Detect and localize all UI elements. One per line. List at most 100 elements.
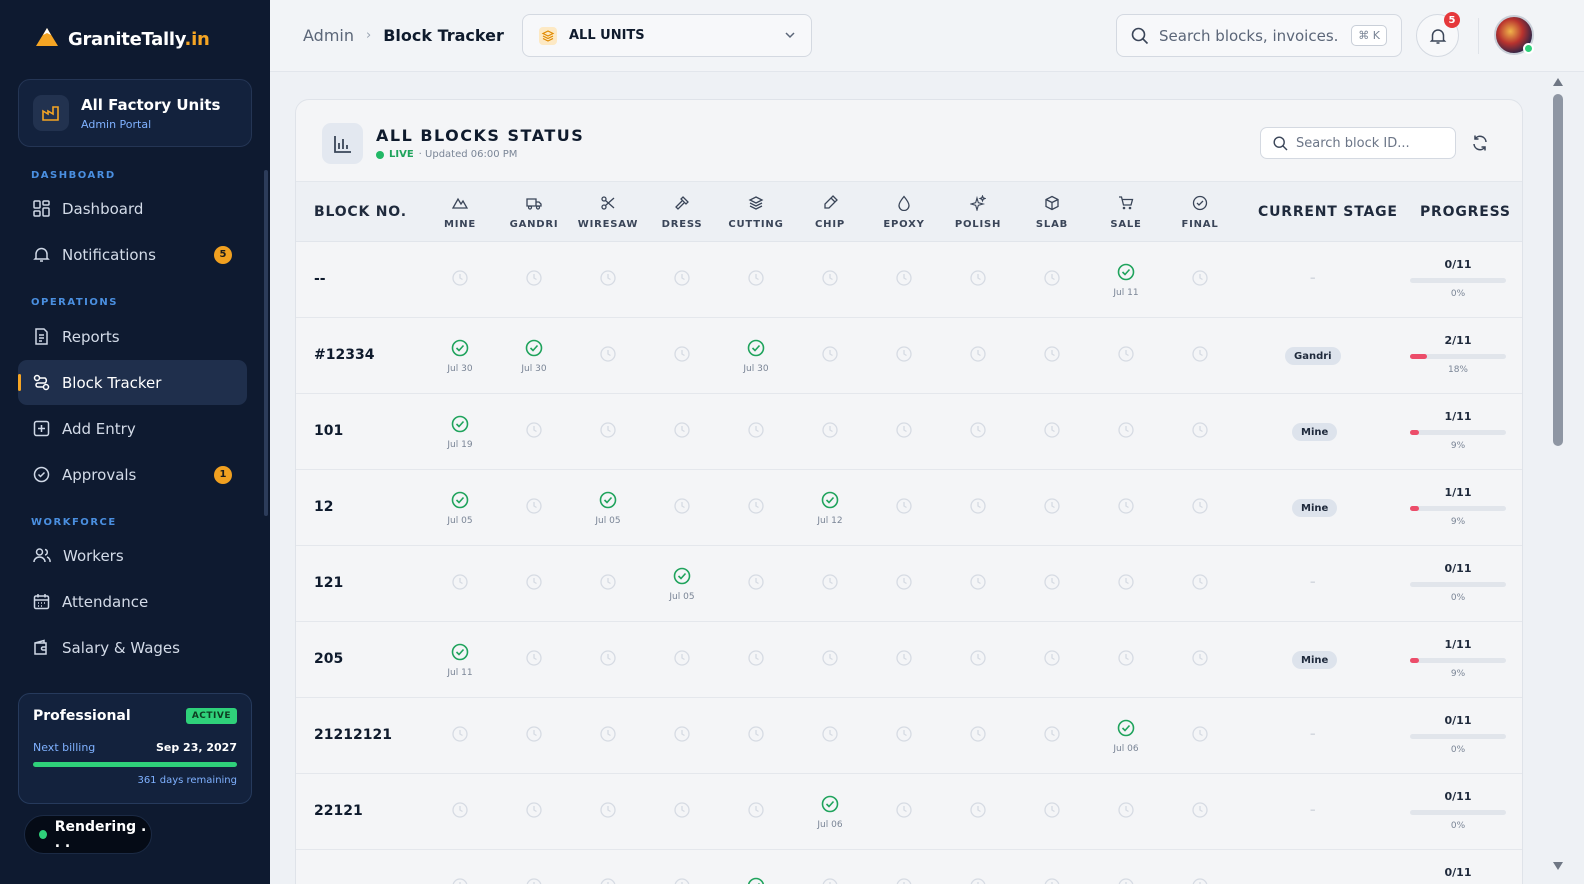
stage-cell-slab[interactable] — [1022, 470, 1082, 546]
table-row[interactable]: – 0/11 — [296, 850, 1522, 884]
scrollbar-thumb[interactable] — [1553, 94, 1563, 446]
stage-cell-gandri[interactable] — [504, 850, 564, 884]
sidebar-item-attendance[interactable]: Attendance — [18, 579, 247, 624]
stage-cell-sale[interactable]: Jul 06 — [1096, 698, 1156, 774]
stage-cell-epoxy[interactable] — [874, 546, 934, 622]
stage-cell-sale[interactable]: Jul 11 — [1096, 242, 1156, 318]
header-progress[interactable]: PROGRESS — [1420, 204, 1511, 220]
scroll-down-arrow-icon[interactable] — [1553, 862, 1563, 870]
stage-cell-cutting[interactable] — [726, 774, 786, 850]
stage-cell-slab[interactable] — [1022, 242, 1082, 318]
block-number[interactable]: 21212121 — [314, 727, 392, 743]
stage-cell-slab[interactable] — [1022, 622, 1082, 698]
stage-cell-chip[interactable] — [800, 622, 860, 698]
sidebar-item-approvals[interactable]: Approvals 1 — [18, 452, 247, 497]
table-row[interactable]: 101 Jul 19 Mine 1/11 9% — [296, 394, 1522, 470]
block-number[interactable]: 101 — [314, 423, 343, 439]
stage-cell-gandri[interactable] — [504, 622, 564, 698]
stage-cell-epoxy[interactable] — [874, 318, 934, 394]
stage-cell-mine[interactable]: Jul 30 — [430, 318, 490, 394]
stage-cell-final[interactable] — [1170, 470, 1230, 546]
breadcrumb-admin[interactable]: Admin — [303, 26, 354, 45]
stage-cell-cutting[interactable] — [726, 242, 786, 318]
stage-cell-sale[interactable] — [1096, 394, 1156, 470]
stage-cell-cutting[interactable] — [726, 850, 786, 884]
stage-cell-epoxy[interactable] — [874, 622, 934, 698]
stage-cell-polish[interactable] — [948, 622, 1008, 698]
stage-cell-final[interactable] — [1170, 394, 1230, 470]
stage-cell-gandri[interactable] — [504, 242, 564, 318]
stage-cell-wiresaw[interactable] — [578, 698, 638, 774]
stage-cell-mine[interactable]: Jul 11 — [430, 622, 490, 698]
stage-cell-wiresaw[interactable] — [578, 318, 638, 394]
header-block-no[interactable]: BLOCK NO. — [314, 204, 407, 220]
stage-cell-dress[interactable] — [652, 622, 712, 698]
sidebar-item-salary-wages[interactable]: Salary & Wages — [18, 625, 247, 670]
stage-cell-polish[interactable] — [948, 698, 1008, 774]
table-row[interactable]: -- Jul 11 – 0/11 0% — [296, 242, 1522, 318]
stage-cell-mine[interactable] — [430, 698, 490, 774]
stage-cell-slab[interactable] — [1022, 698, 1082, 774]
stage-cell-dress[interactable] — [652, 774, 712, 850]
stage-cell-dress[interactable] — [652, 850, 712, 884]
stage-cell-polish[interactable] — [948, 394, 1008, 470]
stage-cell-wiresaw[interactable] — [578, 394, 638, 470]
stage-cell-slab[interactable] — [1022, 546, 1082, 622]
stage-cell-final[interactable] — [1170, 622, 1230, 698]
stage-cell-mine[interactable] — [430, 242, 490, 318]
sidebar-item-add-entry[interactable]: Add Entry — [18, 406, 247, 451]
stage-cell-dress[interactable] — [652, 394, 712, 470]
stage-cell-gandri[interactable] — [504, 394, 564, 470]
refresh-button[interactable] — [1468, 131, 1492, 155]
stage-cell-polish[interactable] — [948, 774, 1008, 850]
scroll-up-arrow-icon[interactable] — [1553, 78, 1563, 86]
sidebar-item-dashboard[interactable]: Dashboard — [18, 186, 247, 231]
stage-cell-epoxy[interactable] — [874, 470, 934, 546]
table-row[interactable]: 21212121 Jul 06 – 0/11 0% — [296, 698, 1522, 774]
stage-cell-polish[interactable] — [948, 470, 1008, 546]
stage-cell-final[interactable] — [1170, 774, 1230, 850]
stage-cell-slab[interactable] — [1022, 318, 1082, 394]
sidebar-item-reports[interactable]: Reports — [18, 314, 247, 359]
global-search[interactable]: ⌘ K — [1116, 14, 1402, 57]
stage-cell-polish[interactable] — [948, 242, 1008, 318]
avatar[interactable] — [1494, 15, 1534, 55]
block-search[interactable] — [1260, 127, 1456, 159]
factory-unit-card[interactable]: All Factory Units Admin Portal — [18, 79, 252, 147]
stage-cell-slab[interactable] — [1022, 774, 1082, 850]
stage-cell-mine[interactable] — [430, 850, 490, 884]
stage-cell-gandri[interactable] — [504, 774, 564, 850]
stage-cell-epoxy[interactable] — [874, 698, 934, 774]
block-number[interactable]: -- — [314, 271, 326, 287]
stage-cell-gandri[interactable]: Jul 30 — [504, 318, 564, 394]
stage-cell-polish[interactable] — [948, 850, 1008, 884]
stage-cell-sale[interactable] — [1096, 470, 1156, 546]
stage-cell-chip[interactable]: Jul 12 — [800, 470, 860, 546]
stage-cell-wiresaw[interactable] — [578, 622, 638, 698]
block-number[interactable]: 121 — [314, 575, 343, 591]
stage-cell-dress[interactable] — [652, 698, 712, 774]
stage-cell-mine[interactable]: Jul 19 — [430, 394, 490, 470]
stage-cell-cutting[interactable] — [726, 470, 786, 546]
stage-cell-sale[interactable] — [1096, 850, 1156, 884]
stage-cell-wiresaw[interactable] — [578, 850, 638, 884]
stage-cell-cutting[interactable]: Jul 30 — [726, 318, 786, 394]
stage-cell-epoxy[interactable] — [874, 242, 934, 318]
block-number[interactable]: 22121 — [314, 803, 363, 819]
block-number[interactable]: 12 — [314, 499, 333, 515]
stage-cell-mine[interactable]: Jul 05 — [430, 470, 490, 546]
stage-cell-cutting[interactable] — [726, 698, 786, 774]
block-number[interactable]: #12334 — [314, 347, 374, 363]
brand[interactable]: GraniteTally.in — [36, 28, 210, 50]
stage-cell-sale[interactable] — [1096, 774, 1156, 850]
stage-cell-epoxy[interactable] — [874, 774, 934, 850]
sidebar-item-workers[interactable]: Workers — [18, 533, 247, 578]
stage-cell-wiresaw[interactable] — [578, 774, 638, 850]
sidebar-item-block-tracker[interactable]: Block Tracker — [18, 360, 247, 405]
table-row[interactable]: #12334 Jul 30 Jul 30 Jul 30 Gandri 2/11 18% — [296, 318, 1522, 394]
stage-cell-polish[interactable] — [948, 546, 1008, 622]
global-search-input[interactable] — [1159, 26, 1339, 45]
stage-cell-chip[interactable] — [800, 698, 860, 774]
stage-cell-gandri[interactable] — [504, 546, 564, 622]
header-current-stage[interactable]: CURRENT STAGE — [1258, 204, 1398, 220]
